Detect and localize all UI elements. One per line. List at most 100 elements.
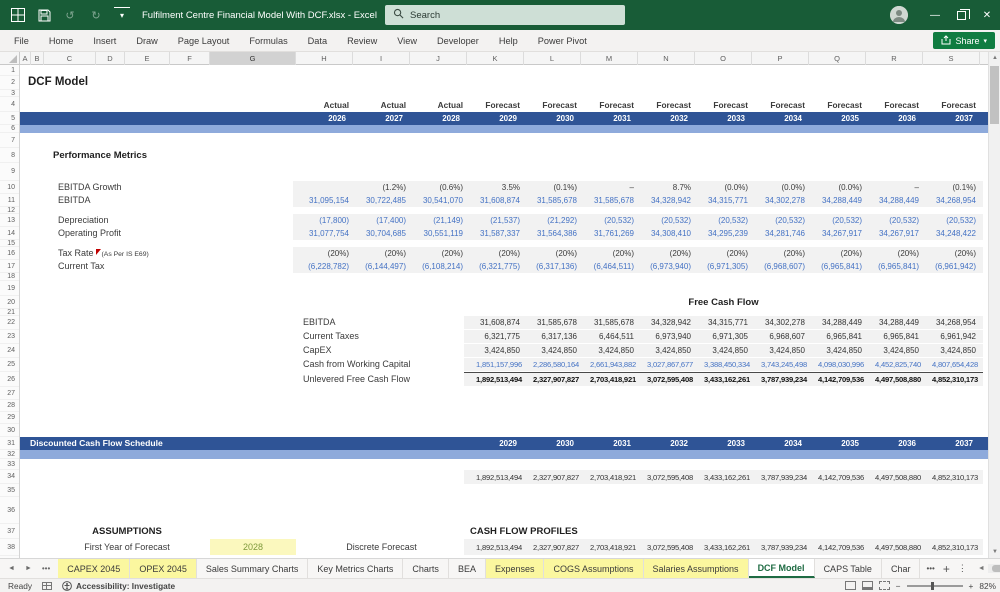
col-header-m[interactable]: M: [581, 52, 638, 65]
cell-2[interactable]: (0.6%): [410, 183, 467, 192]
cell-6[interactable]: 4,098,030,996: [809, 360, 866, 369]
cell-7[interactable]: 3,424,850: [866, 346, 923, 355]
cell-7[interactable]: 4,452,825,740: [866, 360, 923, 369]
col-header-a[interactable]: A: [20, 52, 31, 65]
col-header-d[interactable]: D: [96, 52, 125, 65]
sheet-tab-capex-2045[interactable]: CAPEX 2045: [58, 559, 131, 578]
cell-2[interactable]: 2,703,418,921: [581, 473, 638, 482]
cell-2[interactable]: 31,585,678: [581, 318, 638, 327]
cell-11[interactable]: 34,248,422: [923, 229, 980, 238]
cash-flow-profiles-heading[interactable]: CASH FLOW PROFILES: [470, 526, 578, 537]
horizontal-scrollbar-track[interactable]: [987, 564, 1000, 573]
cell-7[interactable]: 4,497,508,880: [866, 543, 923, 552]
cell-7[interactable]: 34,288,449: [866, 318, 923, 327]
cell-5[interactable]: –: [581, 183, 638, 192]
cell-4[interactable]: (21,292): [524, 216, 581, 225]
period-type-0[interactable]: Actual: [296, 100, 353, 110]
assumptions-heading[interactable]: ASSUMPTIONS: [44, 526, 210, 537]
horizontal-scrollbar-thumb[interactable]: [991, 565, 1000, 572]
cell-6[interactable]: 4,142,709,536: [809, 473, 866, 482]
cell-5[interactable]: 3,787,939,234: [752, 543, 809, 552]
cell-6[interactable]: (20,532): [638, 216, 695, 225]
cell-8[interactable]: (6,968,607): [752, 262, 809, 271]
year-6[interactable]: 2032: [638, 114, 695, 123]
minimize-button[interactable]: —: [922, 0, 948, 30]
cell-8[interactable]: (20,532): [752, 216, 809, 225]
cell-9[interactable]: 34,267,917: [809, 229, 866, 238]
cell-5[interactable]: (6,464,511): [581, 262, 638, 271]
year-1[interactable]: 2030: [524, 439, 581, 448]
cell-6[interactable]: 34,308,410: [638, 229, 695, 238]
cell-4[interactable]: 3,433,162,261: [695, 543, 752, 552]
row-label-operating-profit[interactable]: Operating Profit: [58, 227, 121, 240]
year-6[interactable]: 2035: [809, 439, 866, 448]
row-header[interactable]: 14: [0, 227, 19, 240]
cell-7[interactable]: 4,497,508,880: [866, 375, 923, 384]
cell-6[interactable]: (6,973,940): [638, 262, 695, 271]
cell-7[interactable]: 34,295,239: [695, 229, 752, 238]
cell-3[interactable]: 3,072,595,408: [638, 543, 695, 552]
cell-4[interactable]: 31,564,386: [524, 229, 581, 238]
year-3[interactable]: 2032: [638, 439, 695, 448]
ribbon-tab-6[interactable]: Data: [298, 30, 337, 52]
row-header[interactable]: 38: [0, 539, 19, 556]
ribbon-tab-2[interactable]: Insert: [83, 30, 126, 52]
cell-5[interactable]: 34,302,278: [752, 318, 809, 327]
cell-9[interactable]: 34,288,449: [809, 196, 866, 205]
zoom-level[interactable]: 82%: [979, 581, 996, 591]
year-3[interactable]: 2029: [467, 114, 524, 123]
row-label-depreciation[interactable]: Depreciation: [58, 214, 109, 227]
cell-2[interactable]: 30,551,119: [410, 229, 467, 238]
normal-view-icon[interactable]: [844, 581, 856, 590]
macro-record-icon[interactable]: [41, 581, 52, 590]
cell-3[interactable]: 3,027,867,677: [638, 360, 695, 369]
cell-3[interactable]: (6,321,775): [467, 262, 524, 271]
row-header[interactable]: 37: [0, 524, 19, 539]
cell-7[interactable]: 34,315,771: [695, 196, 752, 205]
ribbon-tab-5[interactable]: Formulas: [239, 30, 297, 52]
sheet-tab-cogs-assumptions[interactable]: COGS Assumptions: [544, 559, 644, 578]
row-header[interactable]: 23: [0, 330, 19, 344]
period-type-2[interactable]: Actual: [410, 100, 467, 110]
cell-6[interactable]: 4,142,709,536: [809, 375, 866, 384]
cell-5[interactable]: 3,743,245,498: [752, 360, 809, 369]
cell-10[interactable]: (6,965,841): [866, 262, 923, 271]
cell-6[interactable]: 6,965,841: [809, 332, 866, 341]
user-avatar[interactable]: [890, 6, 908, 24]
cell-4[interactable]: 31,585,678: [524, 196, 581, 205]
cell-3[interactable]: (21,537): [467, 216, 524, 225]
col-header-q[interactable]: Q: [809, 52, 866, 65]
cell-7[interactable]: (20%): [695, 249, 752, 258]
cell-8[interactable]: 4,852,310,173: [923, 473, 980, 482]
cell-9[interactable]: (20%): [809, 249, 866, 258]
close-button[interactable]: ✕: [974, 0, 1000, 30]
ribbon-tab-7[interactable]: Review: [337, 30, 387, 52]
cell-5[interactable]: 3,787,939,234: [752, 375, 809, 384]
row-header[interactable]: 10: [0, 181, 19, 194]
cell-1[interactable]: (1.2%): [353, 183, 410, 192]
cell-6[interactable]: 4,142,709,536: [809, 543, 866, 552]
row-header[interactable]: 5: [0, 112, 19, 125]
zoom-in-icon[interactable]: +: [969, 581, 974, 591]
row-header[interactable]: 1: [0, 65, 19, 76]
sheet-tab-sales-summary-charts[interactable]: Sales Summary Charts: [197, 559, 309, 578]
row-header[interactable]: 33: [0, 459, 19, 470]
horizontal-scrollbar[interactable]: ◄ ►: [975, 559, 1000, 578]
cell-0[interactable]: 3,424,850: [467, 346, 524, 355]
cell-4[interactable]: (6,317,136): [524, 262, 581, 271]
col-header-i[interactable]: I: [353, 52, 410, 65]
cell-6[interactable]: 34,328,942: [638, 196, 695, 205]
cell-8[interactable]: 34,268,954: [923, 318, 980, 327]
undo-icon[interactable]: ↺: [62, 7, 78, 23]
ribbon-tab-8[interactable]: View: [387, 30, 427, 52]
cell-5[interactable]: 3,787,939,234: [752, 473, 809, 482]
cell-1[interactable]: (17,400): [353, 216, 410, 225]
year-7[interactable]: 2033: [695, 114, 752, 123]
cell-6[interactable]: 34,288,449: [809, 318, 866, 327]
row-header[interactable]: 8: [0, 148, 19, 163]
cell-9[interactable]: (20,532): [809, 216, 866, 225]
row-header[interactable]: 36: [0, 497, 19, 524]
vertical-scrollbar[interactable]: ▲ ▼: [988, 52, 1000, 558]
row-header[interactable]: 2: [0, 76, 19, 90]
row-header[interactable]: 21: [0, 309, 19, 316]
